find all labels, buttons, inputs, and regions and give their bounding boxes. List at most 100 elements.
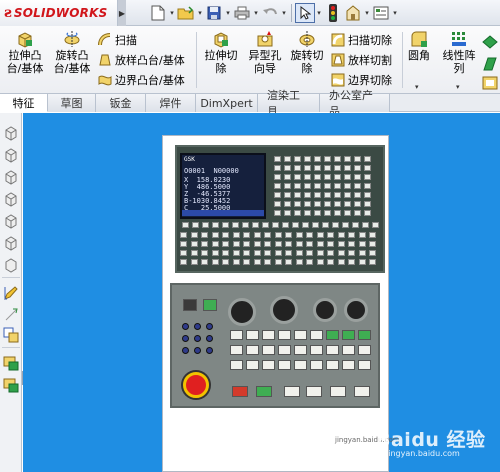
- panel-button: [203, 299, 217, 311]
- select-dropdown-icon[interactable]: ▾: [315, 9, 323, 17]
- cube-view-icon[interactable]: [3, 125, 19, 141]
- cube-view-icon[interactable]: [3, 191, 19, 207]
- panel-key: [314, 165, 321, 171]
- new-dropdown-icon[interactable]: ▾: [168, 9, 176, 17]
- print-icon[interactable]: [232, 3, 252, 23]
- relations-icon[interactable]: [3, 327, 19, 343]
- rib-icon[interactable]: [482, 34, 498, 50]
- panel-key: [222, 232, 229, 238]
- fillet-button[interactable]: 圆角: [404, 30, 434, 62]
- insert-part-icon[interactable]: [3, 377, 19, 393]
- swept-cut-button[interactable]: 扫描切除: [331, 32, 392, 48]
- cnc-screen-line: O0001 N00000: [184, 167, 239, 175]
- undo-icon[interactable]: [260, 3, 280, 23]
- properties-dropdown-icon[interactable]: ▾: [363, 9, 371, 17]
- app-name: SOLIDWORKS: [13, 6, 108, 20]
- fillet-icon: [411, 31, 427, 47]
- revolved-cut-button[interactable]: 旋转切 除: [287, 30, 327, 75]
- panel-key: [364, 210, 371, 216]
- options-icon[interactable]: [371, 3, 391, 23]
- solidworks-logo[interactable]: ƨ SOLIDWORKS: [0, 0, 118, 26]
- print-dropdown-icon[interactable]: ▾: [252, 9, 260, 17]
- panel-key: [324, 174, 331, 180]
- tab-sketch[interactable]: 草图: [48, 94, 96, 112]
- panel-key: [364, 156, 371, 162]
- panel-key: [314, 192, 321, 198]
- cube-view-icon[interactable]: [3, 257, 19, 273]
- panel-key: [324, 156, 331, 162]
- options-dropdown-icon[interactable]: ▾: [391, 9, 399, 17]
- extruded-boss-icon: [18, 32, 32, 48]
- save-dropdown-icon[interactable]: ▾: [224, 9, 232, 17]
- cycle-button: [256, 386, 272, 397]
- panel-key: [282, 222, 289, 228]
- tab-office-products[interactable]: 办公室产品: [320, 89, 390, 118]
- boundary-boss-button[interactable]: 边界凸台/基体: [98, 72, 185, 88]
- open-dropdown-icon[interactable]: ▾: [196, 9, 204, 17]
- open-folder-icon[interactable]: [176, 3, 196, 23]
- file-properties-icon[interactable]: [343, 3, 363, 23]
- panel-key: [253, 232, 261, 238]
- cube-view-icon[interactable]: [3, 169, 19, 185]
- operator-button: [262, 345, 275, 355]
- panel-key: [294, 174, 301, 180]
- tab-weldments[interactable]: 焊件: [146, 94, 196, 112]
- new-document-icon[interactable]: [148, 3, 168, 23]
- select-arrow-icon[interactable]: [295, 3, 315, 23]
- operator-button: [358, 330, 371, 340]
- tab-sheet-metal[interactable]: 钣金: [96, 94, 146, 112]
- insert-block-icon[interactable]: [3, 355, 19, 371]
- hole-wizard-button[interactable]: 异型孔 向导: [244, 30, 286, 75]
- panel-key: [337, 241, 345, 247]
- extruded-cut-button[interactable]: 拉伸切 除: [201, 30, 241, 75]
- panel-key: [372, 222, 379, 228]
- swept-cut-label: 扫描切除: [348, 34, 392, 47]
- cube-view-icon[interactable]: [3, 147, 19, 163]
- linear-pattern-dropdown-icon[interactable]: ▾: [456, 83, 460, 91]
- linear-pattern-button[interactable]: 线性阵 列: [440, 30, 478, 75]
- sketch-pencil-icon[interactable]: [3, 285, 19, 301]
- panel-key: [334, 174, 341, 180]
- panel-key: [354, 210, 361, 216]
- panel-key: [337, 250, 345, 256]
- operator-button: [246, 330, 259, 340]
- cube-view-icon[interactable]: [3, 235, 19, 251]
- operator-button: [342, 345, 355, 355]
- panel-key: [190, 241, 198, 247]
- panel-key: [274, 201, 281, 207]
- boundary-boss-label: 边界凸台/基体: [115, 74, 185, 87]
- revolved-boss-button[interactable]: 旋转凸 台/基体: [50, 30, 94, 75]
- extruded-boss-button[interactable]: 拉伸凸 台/基体: [3, 30, 47, 75]
- menu-expand-arrow-icon[interactable]: ▶: [118, 0, 126, 26]
- tab-dimxpert[interactable]: DimXpert: [196, 94, 258, 112]
- ribbon-separator: [402, 32, 403, 88]
- panel-key: [232, 241, 240, 247]
- panel-key: [274, 241, 282, 247]
- boundary-cut-button[interactable]: 边界切除: [331, 72, 392, 88]
- lofted-boss-button[interactable]: 放样凸台/基体: [98, 52, 185, 68]
- operator-button: [246, 360, 259, 370]
- panel-key: [222, 222, 229, 228]
- lofted-cut-label: 放样切割: [348, 54, 392, 67]
- lofted-cut-button[interactable]: 放样切割: [331, 52, 392, 68]
- cnc-softkey-row: [182, 222, 380, 230]
- panel-key: [285, 259, 292, 265]
- panel-key: [304, 156, 311, 162]
- panel-key: [201, 259, 208, 265]
- panel-key: [316, 241, 324, 247]
- panel-key: [304, 201, 311, 207]
- tab-render-tools[interactable]: 渲染工具: [258, 89, 320, 118]
- shell-icon[interactable]: [482, 76, 498, 90]
- swept-boss-button[interactable]: 扫描: [98, 32, 137, 48]
- cube-view-icon[interactable]: [3, 213, 19, 229]
- fillet-dropdown-icon[interactable]: ▾: [415, 83, 419, 91]
- save-icon[interactable]: [204, 3, 224, 23]
- tab-features[interactable]: 特征: [0, 94, 48, 112]
- draft-icon[interactable]: [482, 56, 498, 72]
- rebuild-traffic-light-icon[interactable]: [323, 3, 343, 23]
- cnc-function-keys: [180, 232, 380, 268]
- undo-dropdown-icon[interactable]: ▾: [280, 9, 288, 17]
- smart-dimension-icon[interactable]: [3, 307, 19, 323]
- operator-button: [326, 330, 339, 340]
- panel-key: [334, 183, 341, 189]
